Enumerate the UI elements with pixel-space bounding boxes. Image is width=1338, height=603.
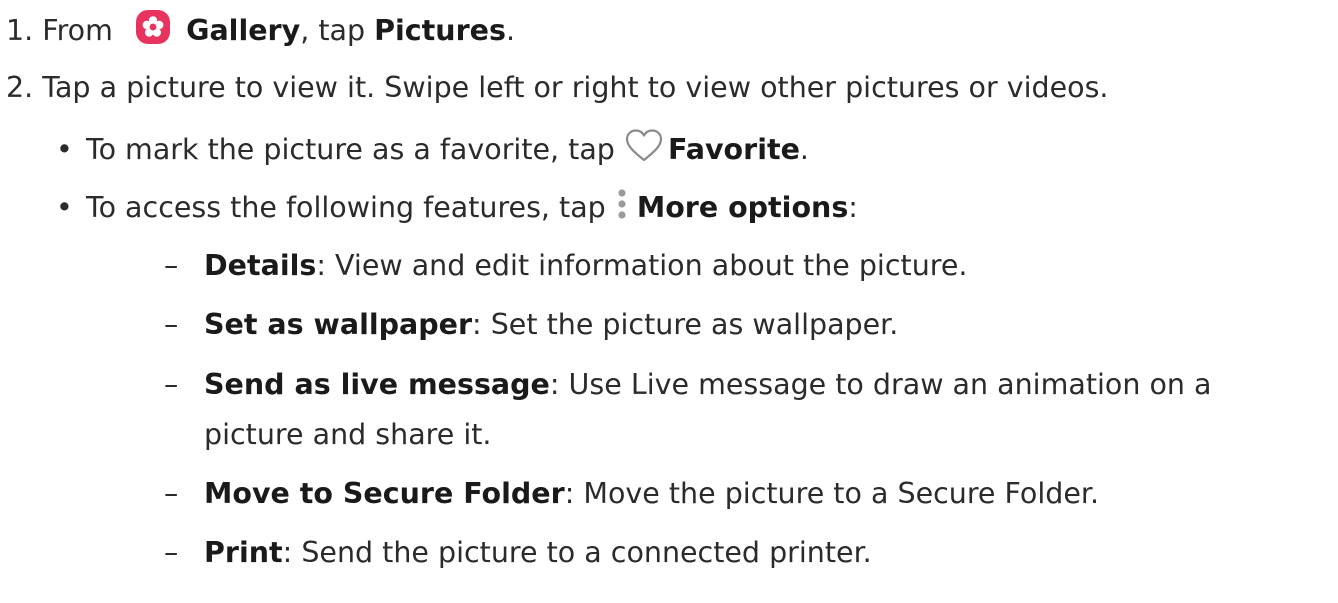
heart-icon <box>624 128 664 174</box>
option-desc: View and edit information about the pict… <box>335 249 968 282</box>
bullet-text: : <box>848 191 858 224</box>
dash-marker: – <box>164 536 179 569</box>
step-2: 2. Tap a picture to view it. Swipe left … <box>6 69 1108 107</box>
dash-marker: – <box>164 368 179 401</box>
bullet-marker: • <box>56 191 73 224</box>
option-sep: : <box>564 477 584 510</box>
gallery-label: Gallery <box>186 14 301 47</box>
option-sep: : <box>282 536 302 569</box>
option-desc: picture and share it. <box>204 418 492 451</box>
option-print: – Print: Send the picture to a connected … <box>164 534 872 572</box>
option-details: – Details: View and edit information abou… <box>164 247 967 285</box>
option-sep: : <box>472 308 491 341</box>
option-send-as-live-message-cont: picture and share it. <box>204 416 492 454</box>
option-set-as-wallpaper: – Set as wallpaper: Set the picture as wa… <box>164 306 898 344</box>
option-sep: : <box>316 249 336 282</box>
step-number: 2. <box>6 71 34 104</box>
pictures-label: Pictures <box>374 14 506 47</box>
bullet-marker: • <box>56 133 73 166</box>
dash-marker: – <box>164 249 179 282</box>
step-text: . <box>505 14 515 47</box>
step-1: 1. From Gallery, tap Pictures. <box>6 9 515 55</box>
step-text: , tap <box>300 14 375 47</box>
option-send-as-live-message: – Send as live message: Use Live message … <box>164 366 1212 404</box>
option-term: Move to Secure Folder <box>204 477 565 510</box>
option-desc: Send the picture to a connected printer. <box>301 536 872 569</box>
more-options-icon <box>615 187 629 231</box>
favorite-label: Favorite <box>667 133 800 166</box>
bullet-text: To mark the picture as a favorite, tap <box>86 133 624 166</box>
option-term: Details <box>204 249 317 282</box>
option-sep: : <box>549 368 569 401</box>
option-term: Print <box>204 536 283 569</box>
option-desc: Use Live message to draw an animation on… <box>568 368 1212 401</box>
option-desc: Move the picture to a Secure Folder. <box>583 477 1100 510</box>
option-move-to-secure-folder: – Move to Secure Folder: Move the picture… <box>164 475 1099 513</box>
more-options-label: More options <box>636 191 849 224</box>
step-text: Tap a picture to view it. Swipe left or … <box>42 71 1109 104</box>
bullet-more-options: • To access the following features, tap M… <box>56 187 858 231</box>
option-term: Set as wallpaper <box>204 308 473 341</box>
bullet-favorite: • To mark the picture as a favorite, tap … <box>56 128 809 174</box>
option-term: Send as live message <box>204 368 550 401</box>
option-desc: Set the picture as wallpaper. <box>490 308 899 341</box>
bullet-text: . <box>799 133 809 166</box>
gallery-icon <box>135 9 171 55</box>
dash-marker: – <box>164 477 179 510</box>
step-text: From <box>42 14 122 47</box>
bullet-text: To access the following features, tap <box>86 191 615 224</box>
step-number: 1. <box>6 14 34 47</box>
dash-marker: – <box>164 308 179 341</box>
